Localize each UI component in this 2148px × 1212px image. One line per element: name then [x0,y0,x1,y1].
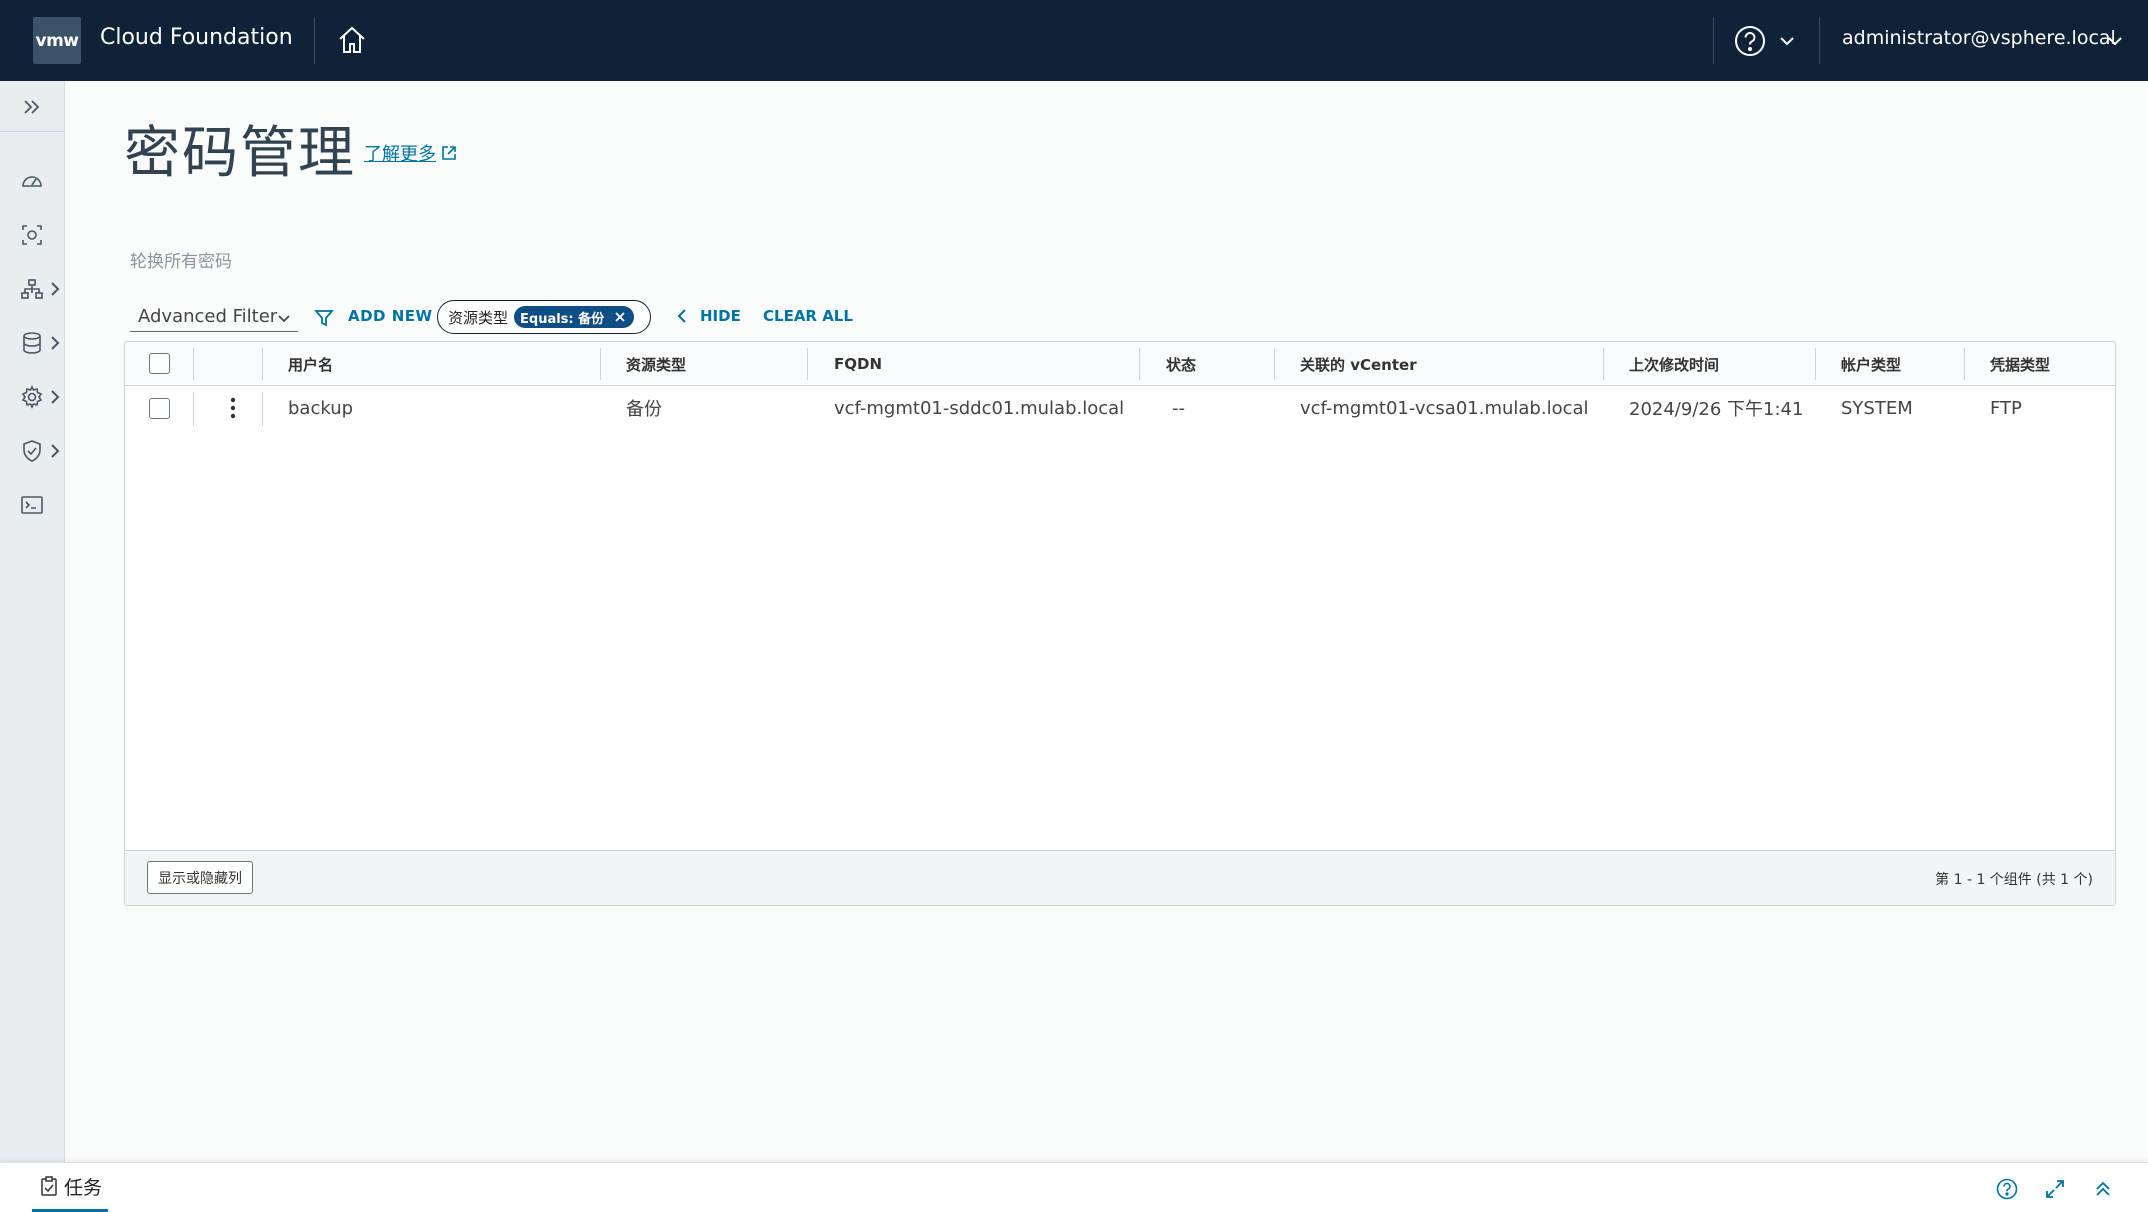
chevron-down-icon [278,315,290,323]
filter-chip-value-label: Equals: 备份 [520,311,605,327]
cell-account-type: SYSTEM [1841,397,1913,419]
chevron-right-icon [51,444,60,458]
pagination-text: 第 1 - 1 个组件 (共 1 个) [1935,872,2093,888]
column-divider [1603,348,1604,380]
learn-more-link[interactable]: 了解更多 [364,140,458,166]
filter-chip-key: 资源类型 [448,308,509,327]
terminal-icon [21,496,43,514]
close-icon[interactable] [614,311,626,323]
chevron-down-icon[interactable] [1778,32,1796,50]
rotate-all-passwords-button[interactable]: 轮换所有密码 [130,247,232,272]
password-grid: 用户名 资源类型 FQDN 状态 关联的 vCenter 上次修改时间 帐户类型… [124,341,2116,906]
cell-resource-type: 备份 [626,399,662,420]
select-all-checkbox[interactable] [149,353,170,374]
double-chevron-up-icon[interactable] [2091,1177,2115,1201]
shield-icon [23,440,41,462]
hide-filters-label: HIDE [700,307,741,325]
row-actions-icon[interactable] [229,396,237,420]
column-divider [1964,348,1965,380]
sidebar-item-administration[interactable] [20,384,62,410]
cell-vcenter: vcf-mgmt01-vcsa01.mulab.local [1300,397,1589,419]
show-hide-columns-button[interactable]: 显示或隐藏列 [147,861,253,894]
hide-filters-button[interactable]: HIDE [676,307,741,325]
sidebar-item-developer-center[interactable] [20,492,62,518]
column-divider [1274,348,1275,380]
column-divider [1815,348,1816,380]
sidebar-item-inventory[interactable] [20,222,62,248]
sidebar-item-security[interactable] [20,438,62,464]
sidebar-item-network[interactable] [20,276,62,302]
bottom-task-bar: 任务 [0,1162,2148,1212]
help-icon[interactable] [1733,24,1767,58]
chevron-down-icon[interactable] [2106,32,2124,50]
dashboard-icon [22,176,42,187]
expand-icon[interactable] [2043,1177,2067,1201]
column-header-fqdn[interactable]: FQDN [834,342,882,386]
column-divider [193,392,194,426]
chevron-right-icon [51,336,60,350]
grid-footer: 显示或隐藏列 第 1 - 1 个组件 (共 1 个) [125,850,2115,905]
column-divider [262,348,263,380]
table-row[interactable]: backup 备份 vcf-mgmt01-sddc01.mulab.local … [125,386,2115,430]
column-header-username[interactable]: 用户名 [288,342,333,386]
column-header-status[interactable]: 状态 [1166,342,1196,386]
page-title: 密码管理 [124,121,356,186]
column-divider [807,348,808,380]
filter-chip-value: Equals: 备份 [514,306,635,328]
cell-fqdn: vcf-mgmt01-sddc01.mulab.local [834,397,1125,419]
column-header-account-type[interactable]: 帐户类型 [1841,342,1901,386]
column-divider [1139,348,1140,380]
advanced-filter-select[interactable]: Advanced Filter [130,302,298,332]
column-header-resource-type[interactable]: 资源类型 [626,342,686,386]
database-icon [23,332,41,354]
column-divider [600,348,601,380]
clear-all-filters-button[interactable]: CLEAR ALL [763,307,853,325]
filter-icon [314,310,334,327]
column-header-last-modified[interactable]: 上次修改时间 [1629,342,1719,386]
chevron-left-icon [677,309,686,323]
sidebar-item-dashboard[interactable] [20,168,62,194]
learn-more-label: 了解更多 [364,144,436,165]
grid-header: 用户名 资源类型 FQDN 状态 关联的 vCenter 上次修改时间 帐户类型… [125,342,2115,386]
add-new-filter-button[interactable]: ADD NEW [348,307,433,325]
help-icon[interactable] [1995,1177,2019,1201]
header-divider [1713,17,1714,64]
header-divider [314,17,315,64]
cell-last-modified: 2024/9/26 下午1:41 [1629,399,1804,420]
app-title: Cloud Foundation [100,25,293,50]
external-link-icon [442,146,456,160]
column-header-credential-type[interactable]: 凭据类型 [1990,342,2050,386]
sidebar-item-storage[interactable] [20,330,62,356]
filter-chip[interactable]: 资源类型 Equals: 备份 [437,300,651,334]
chevron-right-icon [51,390,60,404]
clipboard-check-icon [41,1176,57,1196]
row-checkbox[interactable] [149,398,170,419]
vmware-logo[interactable]: vmw [33,17,81,64]
cell-credential-type: FTP [1990,397,2022,419]
user-menu[interactable]: administrator@vsphere.local [1842,27,2116,49]
sidebar-divider [0,131,64,132]
left-sidebar [0,81,65,1162]
expand-sidebar-icon[interactable] [20,95,44,119]
filter-toolbar: Advanced Filter ADD NEW 资源类型 Equals: 备份 … [130,300,1030,334]
cell-username: backup [288,397,354,419]
column-header-vcenter[interactable]: 关联的 vCenter [1300,342,1417,386]
advanced-filter-label: Advanced Filter [138,306,278,327]
gear-icon [21,385,43,409]
chevron-right-icon [51,282,60,296]
tab-tasks-label: 任务 [64,1176,103,1199]
top-header: vmw Cloud Foundation administrator@vsphe… [0,0,2148,81]
home-icon[interactable] [336,24,368,56]
cell-status: -- [1172,397,1185,419]
column-divider [193,348,194,380]
column-divider [262,392,263,426]
tab-tasks[interactable]: 任务 [32,1163,108,1212]
header-divider [1819,17,1820,64]
inventory-scan-icon [22,225,42,245]
hierarchy-icon [21,279,43,299]
